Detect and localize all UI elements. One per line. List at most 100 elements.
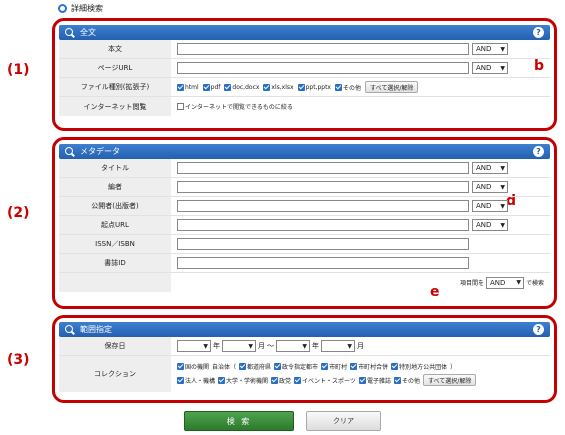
collection-line-1: 国の機関 自治体（ 都道府県 政令指定都市 市町村 市町村合併 特別地方公共団体…	[177, 362, 456, 371]
start-url-row: 起点URL AND ▼	[59, 216, 550, 235]
checkbox-checked-icon	[294, 376, 302, 384]
checkbox-label: 大学・学術機関	[226, 377, 269, 385]
collection-university-checkbox[interactable]: 大学・学術機関	[218, 376, 268, 385]
filetype-html-checkbox[interactable]: html	[177, 83, 199, 91]
filetype-other-checkbox[interactable]: その他	[334, 83, 361, 92]
chevron-down-icon: ▼	[302, 342, 307, 350]
start-url-operator-select[interactable]: AND ▼	[472, 219, 508, 231]
page-title: 詳細検索	[71, 3, 103, 13]
collection-corporation-checkbox[interactable]: 法人・機構	[177, 376, 215, 385]
file-type-row: ファイル種別(拡張子) html pdf doc,docx xls,xlsx p…	[59, 78, 550, 97]
checkbox-checked-icon	[202, 83, 210, 91]
from-month-select[interactable]: ▼	[222, 340, 256, 352]
issn-input[interactable]	[177, 238, 469, 250]
checkbox-label: 国の機関	[185, 364, 210, 371]
checkbox-label: 特別地方公共団体	[399, 364, 448, 371]
body-operator-select[interactable]: AND ▼	[472, 43, 508, 55]
checkbox-label: イベント・スポーツ	[302, 377, 356, 385]
checkbox-checked-icon	[239, 363, 247, 370]
collection-other-checkbox[interactable]: その他	[393, 376, 420, 385]
filetype-doc-checkbox[interactable]: doc,docx	[224, 83, 260, 91]
checkbox-label: xls,xlsx	[271, 83, 294, 91]
collection-emagazine-checkbox[interactable]: 電子雑誌	[358, 376, 391, 385]
between-items-row: 項目間を AND ▼ で検索	[59, 273, 550, 292]
between-items-operator-value: AND	[489, 278, 506, 287]
checkbox-checked-icon	[393, 376, 401, 384]
publisher-operator-select[interactable]: AND ▼	[472, 200, 508, 212]
checkbox-checked-icon	[177, 376, 184, 384]
save-date-row: 保存日 ▼ 年 ▼ 月 〜 ▼ 年 ▼ 月	[59, 337, 550, 356]
collection-label: コレクション	[59, 356, 171, 392]
publisher-label: 公開者(出版者)	[59, 197, 171, 215]
issn-row: ISSN／ISBN	[59, 235, 550, 254]
title-operator-value: AND	[476, 164, 492, 172]
to-month-select[interactable]: ▼	[321, 340, 355, 352]
checkbox-checked-icon	[391, 363, 399, 370]
to-year-unit: 年	[312, 342, 319, 350]
help-icon[interactable]: ?	[533, 27, 544, 38]
publisher-operator-value: AND	[476, 202, 492, 210]
editor-operator-value: AND	[476, 183, 492, 191]
checkbox-label: doc,docx	[232, 83, 260, 91]
scope-header-label: 範囲指定	[80, 325, 112, 334]
checkbox-label: その他	[342, 84, 361, 92]
to-year-select[interactable]: ▼	[276, 340, 310, 352]
date-range-tilde: 〜	[267, 342, 274, 350]
body-row: 本文 AND ▼	[59, 40, 550, 59]
checkbox-unchecked-icon	[177, 103, 184, 110]
collection-special-checkbox[interactable]: 特別地方公共団体	[391, 362, 447, 371]
checkbox-checked-icon	[358, 376, 366, 384]
checkbox-label: ppt,pptx	[305, 83, 331, 91]
page-url-input[interactable]	[177, 62, 469, 74]
body-input[interactable]	[177, 43, 469, 55]
start-url-input[interactable]	[177, 219, 469, 231]
collection-prefecture-checkbox[interactable]: 都道府県	[239, 362, 271, 371]
action-bar: 検 索 クリア	[0, 411, 565, 431]
title-input[interactable]	[177, 162, 469, 174]
clear-button[interactable]: クリア	[306, 411, 381, 431]
annotation-3: (3)	[7, 352, 30, 368]
collection-row: コレクション 国の機関 自治体（ 都道府県 政令指定都市 市町村 市町村合併 特…	[59, 356, 550, 392]
page-url-operator-select[interactable]: AND ▼	[472, 62, 508, 74]
checkbox-label: 電子雑誌	[366, 377, 391, 385]
collection-party-checkbox[interactable]: 政党	[271, 376, 291, 385]
between-items-prefix: 項目間を	[459, 280, 484, 287]
help-icon[interactable]: ?	[533, 146, 544, 157]
filetype-select-all-button[interactable]: すべて選択/解除	[365, 81, 419, 93]
collection-national-checkbox[interactable]: 国の機関	[177, 362, 209, 371]
checkbox-checked-icon	[334, 83, 342, 91]
file-type-label: ファイル種別(拡張子)	[59, 78, 171, 96]
editor-operator-select[interactable]: AND ▼	[472, 181, 508, 193]
checkbox-label: 政令指定都市	[282, 364, 319, 371]
filetype-pdf-checkbox[interactable]: pdf	[202, 83, 220, 91]
chevron-down-icon: ▼	[500, 45, 505, 53]
between-items-label-cell	[59, 273, 171, 292]
fulltext-section: 全文 ? 本文 AND ▼ ページURL AND ▼ ファイル種別(拡張子) htm…	[52, 18, 557, 131]
book-id-row: 書誌ID	[59, 254, 550, 273]
collection-event-checkbox[interactable]: イベント・スポーツ	[294, 376, 356, 385]
internet-checkbox[interactable]: インターネットで閲覧できるものに絞る	[177, 102, 293, 111]
between-items-operator-select[interactable]: AND ▼	[485, 276, 524, 289]
collection-merger-checkbox[interactable]: 市町村合併	[350, 362, 388, 371]
fulltext-header-label: 全文	[80, 28, 96, 37]
checkbox-checked-icon	[263, 83, 271, 91]
book-id-label: 書誌ID	[59, 254, 171, 272]
collection-designated-city-checkbox[interactable]: 政令指定都市	[274, 362, 318, 371]
publisher-input[interactable]	[177, 200, 469, 212]
title-operator-select[interactable]: AND ▼	[472, 162, 508, 174]
checkbox-label: 市町村	[329, 364, 348, 371]
filetype-xls-checkbox[interactable]: xls,xlsx	[263, 83, 294, 91]
checkbox-checked-icon	[350, 363, 358, 370]
collection-municipality-checkbox[interactable]: 市町村	[321, 362, 347, 371]
checkbox-checked-icon	[274, 363, 282, 370]
checkbox-label: 都道府県	[247, 364, 272, 371]
checkbox-checked-icon	[271, 376, 279, 384]
from-year-select[interactable]: ▼	[177, 340, 211, 352]
search-button[interactable]: 検 索	[184, 411, 294, 431]
page-url-operator-value: AND	[476, 64, 492, 72]
help-icon[interactable]: ?	[533, 324, 544, 335]
filetype-ppt-checkbox[interactable]: ppt,pptx	[297, 83, 331, 91]
book-id-input[interactable]	[177, 257, 469, 269]
collection-select-all-button[interactable]: すべて選択/解除	[422, 374, 477, 386]
editor-input[interactable]	[177, 181, 469, 193]
